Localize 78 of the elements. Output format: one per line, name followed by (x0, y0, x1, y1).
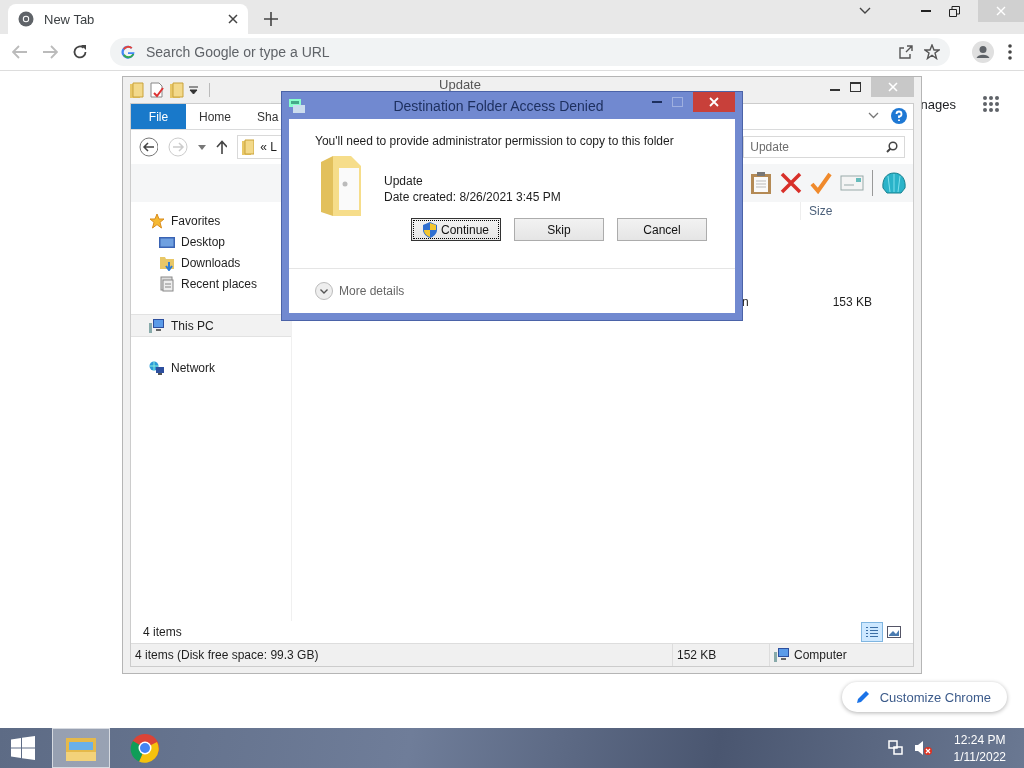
restore-icon[interactable] (949, 5, 960, 17)
dialog-message: You'll need to provide administrator permission to copy to this folder (314, 133, 675, 148)
shell-icon[interactable] (881, 171, 907, 195)
chrome-icon (18, 11, 34, 27)
view-button[interactable] (861, 622, 883, 642)
favorites-icon (149, 212, 165, 229)
item-name: Update (384, 174, 424, 188)
pencil-icon (855, 690, 870, 704)
up-icon[interactable] (215, 140, 228, 154)
profile-icon[interactable] (972, 41, 994, 63)
apps-icon[interactable] (982, 95, 1000, 113)
caret-icon[interactable] (197, 144, 206, 150)
window-title: Update (438, 77, 482, 92)
google-icon (120, 44, 136, 60)
menu-icon[interactable] (1008, 44, 1012, 60)
dialog-button[interactable]: Cancel (617, 218, 707, 241)
dialog-title: Destination Folder Access Denied (392, 97, 605, 114)
chevron-down-icon (315, 282, 333, 300)
more-details-toggle[interactable]: More details (289, 268, 735, 313)
downloads-icon (159, 254, 175, 271)
chevron-down-icon[interactable] (859, 7, 871, 15)
help-icon[interactable] (891, 108, 907, 124)
search-icon (886, 141, 898, 153)
network-icon (149, 359, 165, 376)
nav-item[interactable]: This PC (131, 314, 291, 337)
browser-tab[interactable]: New Tab (8, 4, 248, 34)
close-icon (887, 82, 898, 92)
pc-icon (149, 317, 165, 334)
share-icon[interactable] (898, 44, 914, 60)
clock-date: 1/11/2022 (953, 749, 1006, 764)
nav-item[interactable]: Network (131, 357, 291, 378)
close-icon (996, 6, 1006, 16)
image-icon (887, 626, 901, 638)
table-cell-text: n (742, 295, 750, 309)
new-tab-icon[interactable] (264, 12, 278, 26)
status-text: 152 KB (672, 644, 769, 666)
properties-icon[interactable] (149, 82, 165, 98)
volume-muted-icon[interactable] (913, 740, 932, 756)
recent-icon (159, 275, 175, 292)
search-field[interactable]: Update (743, 136, 905, 158)
dialog-button[interactable]: Skip (514, 218, 604, 241)
customize-chrome-button[interactable]: Customize Chrome (841, 682, 1007, 712)
column-header[interactable]: Size (800, 202, 880, 220)
status-text: Computer (794, 648, 847, 662)
clipboard-icon[interactable] (750, 171, 772, 195)
ribbon-tab[interactable]: File (131, 104, 186, 129)
item-count: 4 items (143, 625, 183, 639)
status-text: 4 items (Disk free space: 99.3 GB) (134, 647, 320, 664)
reload-icon[interactable] (72, 44, 88, 60)
windows-icon (11, 736, 35, 760)
list-icon (865, 626, 879, 638)
nav-item[interactable]: Downloads (131, 252, 291, 273)
delete-icon[interactable] (780, 172, 802, 194)
close-icon (709, 97, 719, 107)
minimize-icon[interactable] (921, 9, 931, 13)
maximize-icon[interactable] (850, 82, 861, 92)
item-detail: Date created: 8/26/2021 3:45 PM (384, 190, 561, 204)
chrome-icon (130, 733, 160, 763)
chevron-down-icon[interactable] (868, 112, 879, 119)
clock-time: 12:24 PM (954, 732, 1006, 747)
table-cell-text: 153 KB (831, 295, 873, 309)
star-icon[interactable] (924, 44, 940, 60)
nav-item[interactable]: Favorites (131, 210, 291, 231)
dialog-button[interactable]: Continue (411, 218, 501, 241)
back-icon[interactable] (139, 137, 159, 157)
checkmark-icon[interactable] (810, 172, 832, 194)
address-bar[interactable]: Search Google or type a URL (110, 38, 950, 66)
folder-icon (242, 139, 255, 155)
copy-icon (289, 98, 305, 113)
close-button[interactable] (693, 92, 735, 112)
nav-item[interactable]: Desktop (131, 231, 291, 252)
computer-icon (774, 647, 790, 663)
nav-item[interactable]: Recent places (131, 273, 291, 294)
close-icon[interactable] (228, 14, 238, 24)
shield-icon (422, 221, 437, 238)
ribbon-tab[interactable]: Home (186, 104, 244, 129)
network-icon[interactable] (887, 740, 904, 756)
customize-toolbar-icon[interactable] (189, 85, 198, 95)
